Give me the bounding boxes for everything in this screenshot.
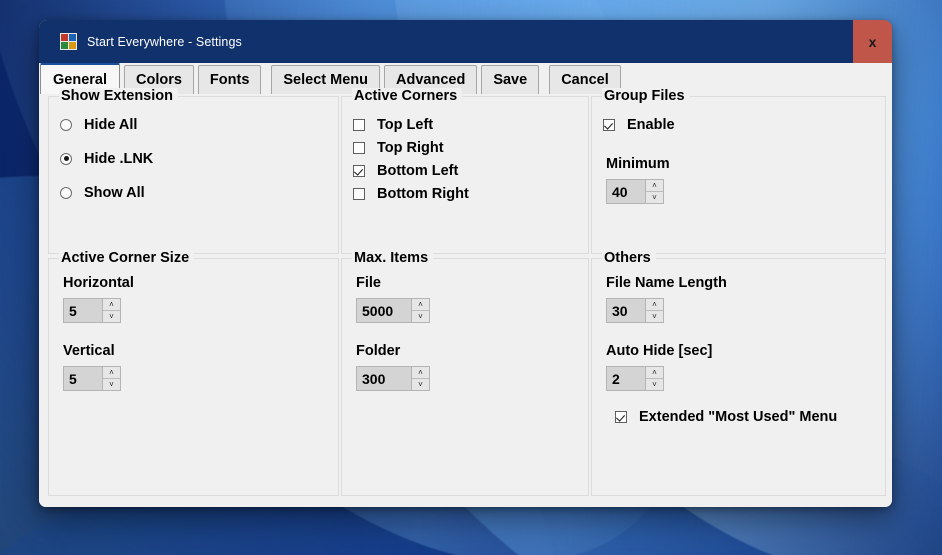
horizontal-stepper-buttons: ˄ ˅ — [102, 299, 120, 322]
auto-hide-input[interactable]: 2 — [607, 367, 645, 390]
horizontal-input[interactable]: 5 — [64, 299, 102, 322]
max-items-folder-label: Folder — [356, 343, 401, 359]
checkbox-top-left-label: Top Left — [377, 116, 434, 133]
radio-show-all-label: Show All — [84, 184, 145, 201]
group-active-corners: Active Corners Top Left Top Right Bottom… — [341, 88, 589, 254]
chevron-down-icon[interactable]: ˅ — [646, 192, 663, 203]
checkbox-group-files-enable-label: Enable — [627, 116, 675, 133]
group-show-extension: Show Extension Hide All Hide .LNK Show A… — [48, 88, 339, 254]
checkbox-icon — [353, 118, 365, 131]
max-items-folder-input[interactable]: 300 — [357, 367, 411, 390]
checkbox-icon — [353, 187, 365, 200]
vertical-label: Vertical — [63, 343, 115, 359]
auto-hide-stepper[interactable]: 2 ˄ ˅ — [606, 366, 664, 391]
chevron-down-icon[interactable]: ˅ — [103, 311, 120, 322]
file-name-length-stepper-buttons: ˄ ˅ — [645, 299, 663, 322]
checkbox-bottom-right[interactable]: Bottom Right — [353, 182, 588, 205]
chevron-up-icon[interactable]: ˄ — [646, 180, 663, 192]
auto-hide-label: Auto Hide [sec] — [606, 343, 713, 359]
radio-hide-lnk[interactable]: Hide .LNK — [60, 147, 338, 170]
close-button[interactable]: x — [853, 20, 892, 63]
checkbox-extended-most-used-menu-label: Extended "Most Used" Menu — [639, 408, 838, 425]
vertical-stepper-buttons: ˄ ˅ — [102, 367, 120, 390]
max-items-folder-stepper[interactable]: 300 ˄ ˅ — [356, 366, 430, 391]
tab-fonts[interactable]: Fonts — [197, 65, 262, 94]
chevron-up-icon[interactable]: ˄ — [412, 367, 429, 379]
radio-icon — [60, 118, 72, 131]
window-client-area: General Colors Fonts Select Menu Advance… — [39, 63, 892, 507]
chevron-up-icon[interactable]: ˄ — [103, 299, 120, 311]
chevron-down-icon[interactable]: ˅ — [646, 311, 663, 322]
checkbox-checked-icon — [353, 164, 365, 177]
max-items-file-label: File — [356, 275, 381, 291]
chevron-down-icon[interactable]: ˅ — [412, 379, 429, 390]
file-name-length-input[interactable]: 30 — [607, 299, 645, 322]
group-group-files: Group Files Enable Minimum 40 ˄ ˅ — [591, 88, 886, 254]
auto-hide-stepper-buttons: ˄ ˅ — [645, 367, 663, 390]
checkbox-bottom-left-label: Bottom Left — [377, 162, 459, 179]
radio-show-all[interactable]: Show All — [60, 181, 338, 204]
chevron-up-icon[interactable]: ˄ — [103, 367, 120, 379]
minimum-stepper-buttons: ˄ ˅ — [645, 180, 663, 203]
app-tiles-icon — [60, 33, 77, 50]
settings-panels: Show Extension Hide All Hide .LNK Show A… — [48, 88, 886, 500]
window-titlebar[interactable]: Start Everywhere - Settings x — [39, 20, 892, 63]
max-items-file-stepper-buttons: ˄ ˅ — [411, 299, 429, 322]
radio-hide-all-label: Hide All — [84, 116, 138, 133]
checkbox-bottom-left[interactable]: Bottom Left — [353, 159, 588, 182]
window-title: Start Everywhere - Settings — [87, 34, 242, 49]
group-active-corner-size: Active Corner Size Horizontal 5 ˄ ˅ Vert… — [48, 250, 339, 496]
radio-hide-all[interactable]: Hide All — [60, 113, 338, 136]
max-items-folder-stepper-buttons: ˄ ˅ — [411, 367, 429, 390]
radio-hide-lnk-label: Hide .LNK — [84, 150, 154, 167]
tab-save[interactable]: Save — [481, 65, 540, 94]
file-name-length-label: File Name Length — [606, 275, 727, 291]
group-max-items-legend: Max. Items — [352, 250, 434, 266]
horizontal-label: Horizontal — [63, 275, 134, 291]
checkbox-bottom-right-label: Bottom Right — [377, 185, 469, 202]
checkbox-top-right-label: Top Right — [377, 139, 444, 156]
checkbox-checked-icon — [603, 118, 615, 131]
radio-selected-icon — [60, 152, 72, 165]
group-active-corners-legend: Active Corners — [352, 88, 463, 104]
max-items-file-stepper[interactable]: 5000 ˄ ˅ — [356, 298, 430, 323]
checkbox-checked-icon — [615, 410, 627, 423]
max-items-file-input[interactable]: 5000 — [357, 299, 411, 322]
minimum-input[interactable]: 40 — [607, 180, 645, 203]
checkbox-icon — [353, 141, 365, 154]
checkbox-extended-most-used-menu[interactable]: Extended "Most Used" Menu — [615, 405, 885, 428]
group-others: Others File Name Length 30 ˄ ˅ Auto Hide… — [591, 250, 886, 496]
chevron-up-icon[interactable]: ˄ — [646, 299, 663, 311]
chevron-down-icon[interactable]: ˅ — [103, 379, 120, 390]
group-others-legend: Others — [602, 250, 656, 266]
group-group-files-legend: Group Files — [602, 88, 690, 104]
checkbox-top-right[interactable]: Top Right — [353, 136, 588, 159]
group-show-extension-legend: Show Extension — [59, 88, 178, 104]
chevron-up-icon[interactable]: ˄ — [646, 367, 663, 379]
vertical-input[interactable]: 5 — [64, 367, 102, 390]
horizontal-stepper[interactable]: 5 ˄ ˅ — [63, 298, 121, 323]
minimum-stepper[interactable]: 40 ˄ ˅ — [606, 179, 664, 204]
file-name-length-stepper[interactable]: 30 ˄ ˅ — [606, 298, 664, 323]
radio-icon — [60, 186, 72, 199]
chevron-up-icon[interactable]: ˄ — [412, 299, 429, 311]
checkbox-group-files-enable[interactable]: Enable — [603, 113, 885, 136]
minimum-label: Minimum — [606, 156, 670, 172]
checkbox-top-left[interactable]: Top Left — [353, 113, 588, 136]
vertical-stepper[interactable]: 5 ˄ ˅ — [63, 366, 121, 391]
chevron-down-icon[interactable]: ˅ — [412, 311, 429, 322]
group-max-items: Max. Items File 5000 ˄ ˅ Folder 300 ˄ ˅ — [341, 250, 589, 496]
chevron-down-icon[interactable]: ˅ — [646, 379, 663, 390]
group-active-corner-size-legend: Active Corner Size — [59, 250, 195, 266]
settings-window: Start Everywhere - Settings x General Co… — [39, 20, 892, 507]
